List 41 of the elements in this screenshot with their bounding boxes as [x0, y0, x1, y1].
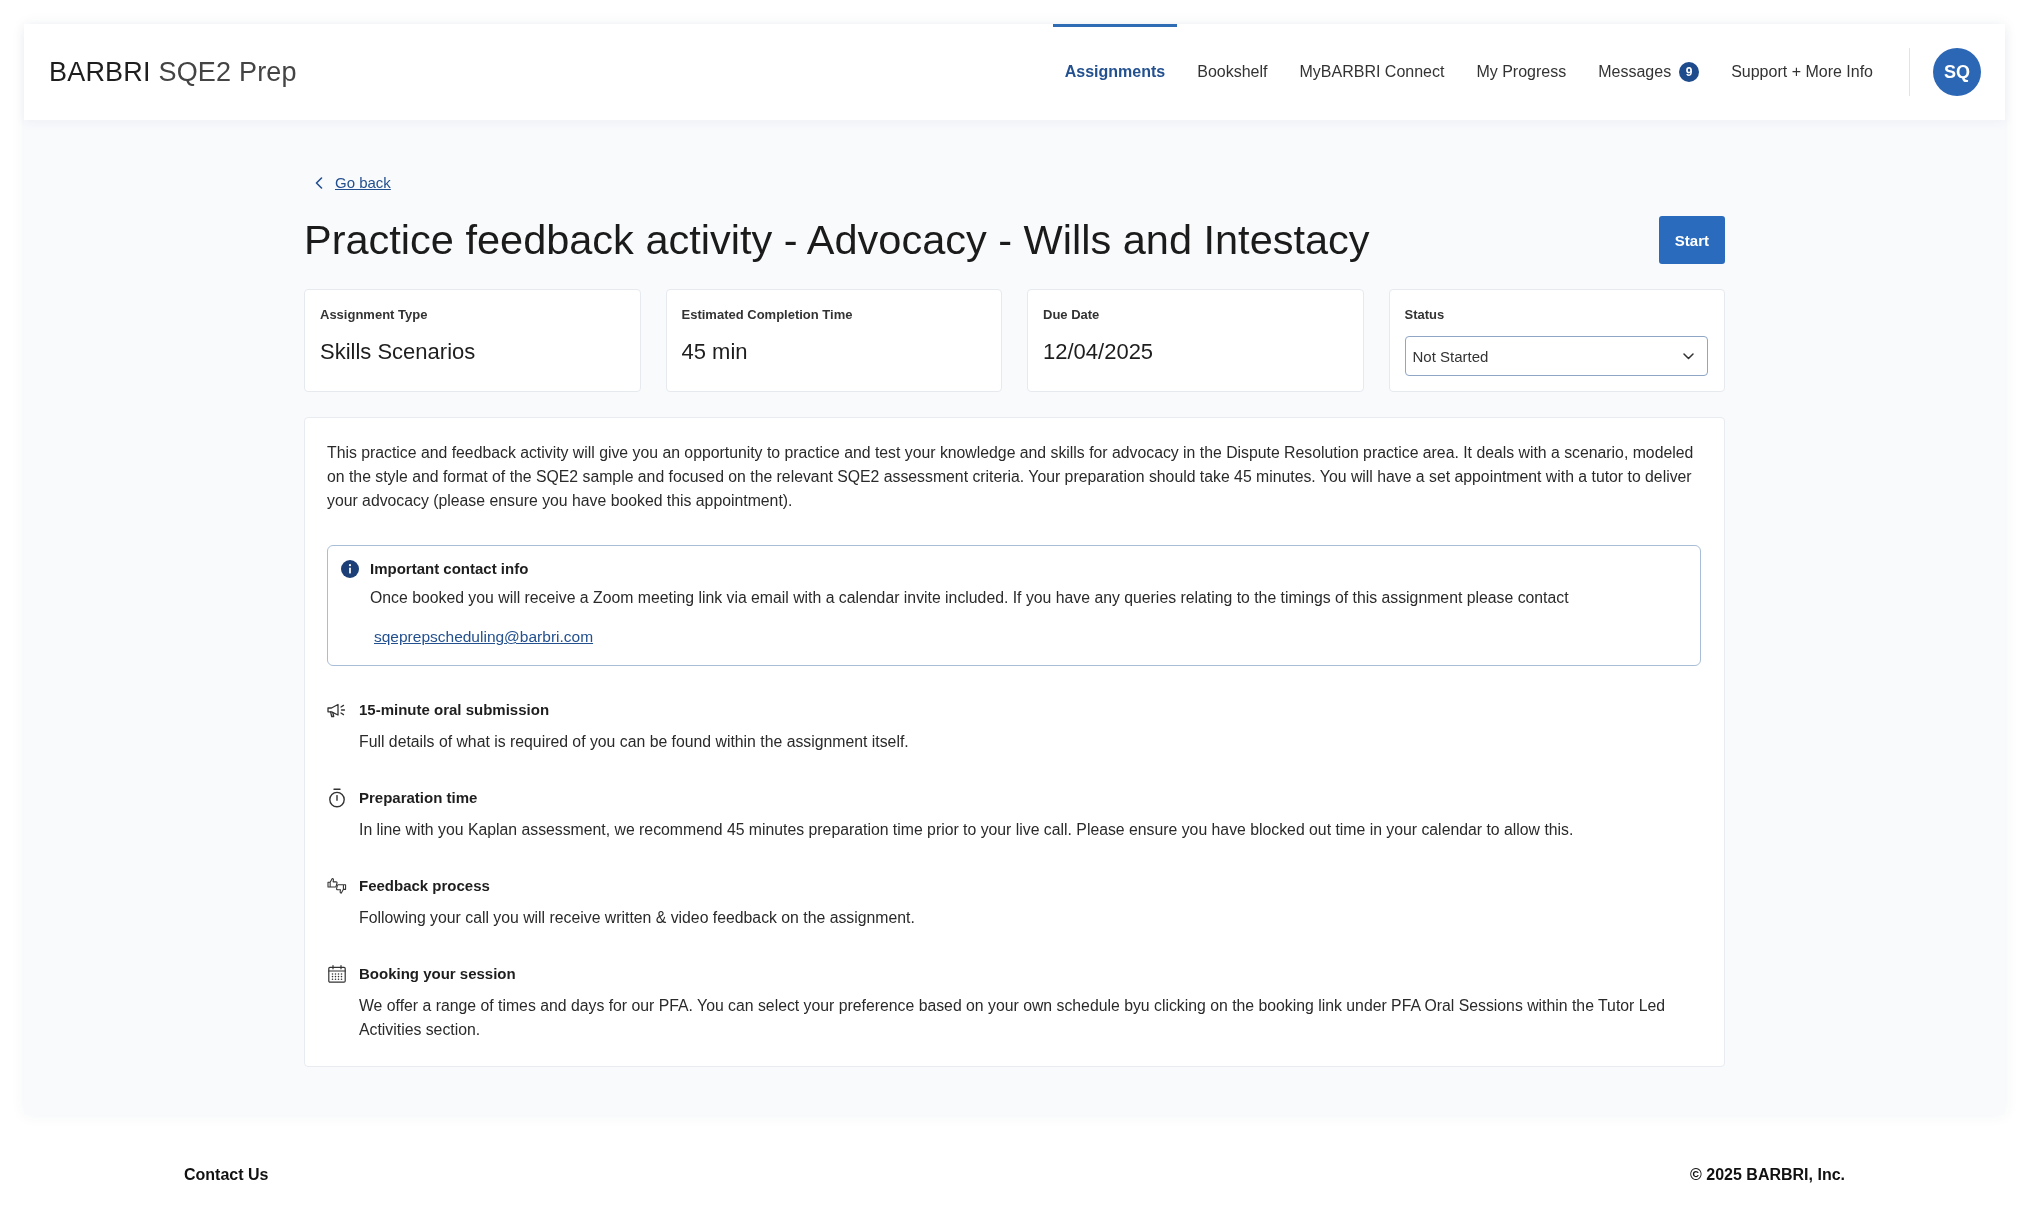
- section-title: Feedback process: [359, 876, 490, 896]
- megaphone-icon: [327, 702, 347, 718]
- section-title: Booking your session: [359, 964, 516, 984]
- page-title: Practice feedback activity - Advocacy - Wills and Intestacy: [304, 216, 1370, 264]
- footer-link[interactable]: Contact Us: [184, 1163, 269, 1187]
- back-link[interactable]: Go back: [315, 172, 391, 194]
- status-select[interactable]: Not Started: [1404, 336, 1708, 376]
- info-icon: [341, 560, 359, 578]
- detail-label: Due Date: [1043, 306, 1101, 324]
- notice-text: Once booked you will receive a Zoom meeting link via email with a calendar invite included. If you have any queries relating to the timings of this assignment please contact: [370, 588, 1570, 608]
- email-link[interactable]: sqeprepscheduling@barbri.com: [374, 628, 594, 645]
- detail-label: Assignment Type: [320, 306, 429, 324]
- section-title: Preparation time: [359, 788, 478, 808]
- section-text: We offer a range of times and days for our PFA. You can select your preference based on your own schedule byu clicking on the booking link under PFA Oral Sessions within the Tutor Led Activities section.: [359, 996, 1667, 1040]
- nav-tab[interactable]: MyBARBRI Connect: [1287, 24, 1457, 120]
- nav-tab[interactable]: Assignments: [1052, 24, 1178, 120]
- section-text: Following your call you will receive written & video feedback on the assignment.: [359, 908, 916, 928]
- detail-value: 12/04/2025: [1043, 338, 1155, 366]
- start-button[interactable]: Start: [1658, 216, 1725, 264]
- nav-tab[interactable]: Support + More Info: [1719, 24, 1885, 120]
- logo: BARBRI SQE2 Prep: [49, 56, 297, 88]
- detail-value: 45 min: [681, 338, 749, 366]
- detail-label: Status: [1404, 306, 1446, 324]
- detail-label: Estimated Completion Time: [681, 306, 854, 324]
- section-text: Full details of what is required of you can be found within the assignment itself.: [359, 732, 910, 752]
- description-text: This practice and feedback activity will give you an opportunity to practice and test your knowledge and skills for advocacy in the Dispute Resolution practice area. It deals with a scenario, modeled on the style and format of the SQE2 sample and focused on the relevant SQE2 assessment criteria. Your preparation should take 45 minutes. You will have a set appointment with a tutor to deliver your advocacy (please ensure you have booked this appointment).: [327, 443, 1695, 511]
- notice-title: Important contact info: [370, 559, 529, 579]
- detail-value: Skills Scenarios: [320, 338, 477, 366]
- user-avatar[interactable]: SQ: [1933, 48, 1981, 96]
- copyright-text: © 2025 BARBRI, Inc.: [1690, 1165, 1845, 1185]
- section-text: In line with you Kaplan assessment, we recommend 45 minutes preparation time prior to your live call. Please ensure you have blocked out time in your calendar to allow this.: [359, 820, 1575, 840]
- calendar-icon: [328, 965, 346, 983]
- nav-tab[interactable]: Bookshelf: [1185, 24, 1280, 120]
- nav-tab[interactable]: My Progress: [1464, 24, 1579, 120]
- thumbs-up-and-down-icon: [327, 876, 347, 896]
- section-title: 15-minute oral submission: [359, 700, 550, 720]
- chevron-down-icon: [1683, 352, 1694, 360]
- nav-tab[interactable]: Messages 9: [1586, 24, 1712, 120]
- chevron-left-icon: [315, 177, 323, 189]
- unread-count-badge: 9: [1679, 62, 1700, 82]
- stopwatch-icon: [328, 788, 346, 808]
